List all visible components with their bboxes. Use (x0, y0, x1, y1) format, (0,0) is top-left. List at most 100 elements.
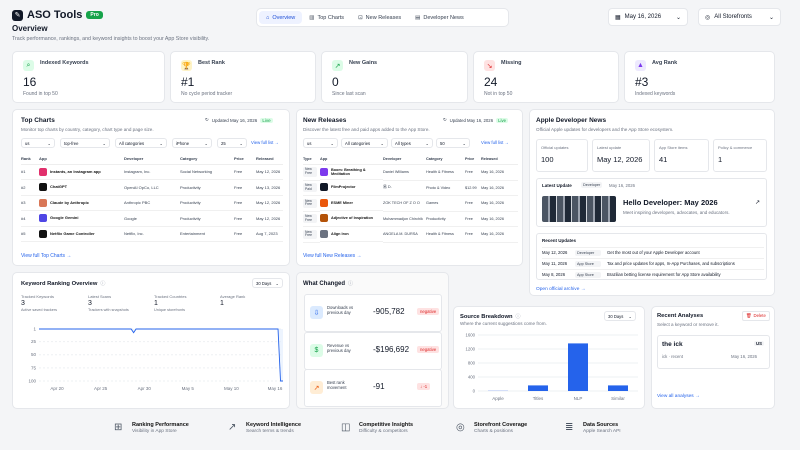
app-icon (39, 167, 47, 176)
latest-update-box[interactable]: Latest Update Developer May 16, 2026 Hel… (536, 178, 767, 227)
table-row[interactable]: New Free Boom: Breathing & Meditation Da… (303, 164, 518, 181)
footer-item[interactable]: ≣ Data Sources Apple Search API (565, 422, 621, 434)
list-item[interactable]: May 12, 2026 Developer Get the most out of… (542, 247, 764, 257)
kr-stat: Average Rank 1 (220, 294, 246, 307)
footer-item[interactable]: ⊞ Ranking Performance Visibility in App St… (114, 422, 189, 434)
device-select[interactable]: iPhone ⌄ (172, 138, 212, 148)
list-item[interactable]: May 11, 2026 App Store Tax and price updat… (542, 258, 764, 268)
storefront-select[interactable]: ◎ All Storefronts ⌄ (698, 8, 781, 26)
change-row[interactable]: $ Revenue vs previous day -$196,692 nega… (304, 332, 442, 370)
nav-new-releases[interactable]: ⊡ New Releases (351, 11, 408, 24)
info-icon[interactable]: ⓘ (100, 280, 105, 287)
footer-item[interactable]: ◎ Storefront Coverage Charts & positions (456, 422, 527, 434)
nav-developer-news[interactable]: ▤ Developer News (408, 11, 471, 24)
sb-range-select[interactable]: 30 Days ⌄ (604, 311, 636, 321)
type-badge: New Free (303, 229, 317, 239)
stat-sub: Since last scan (332, 91, 366, 97)
dollar-icon: $ (310, 344, 323, 357)
category-select[interactable]: All categories ⌄ (115, 138, 167, 148)
nav-top-charts[interactable]: ▥ Top Charts (302, 11, 351, 24)
top-charts-footer-link[interactable]: View full Top Charts → (21, 253, 71, 259)
view-all-analyses[interactable]: View all analyses → (657, 394, 700, 399)
chevron-down-icon: ⌄ (159, 140, 163, 146)
table-row[interactable]: #4 Google Gemini Google Productivity Free… (21, 210, 283, 227)
database-icon: ≣ (565, 422, 574, 433)
chevron-down-icon: ⌄ (380, 140, 384, 146)
chart-type-select[interactable]: top-free ⌄ (60, 138, 110, 148)
open-archive-link[interactable]: Open official archive → (536, 287, 586, 292)
sb-title-row: Source Breakdown ⓘ (460, 313, 521, 321)
kr-stat: Latest Scans 3 Trackers with snapshots (88, 294, 129, 312)
nav-overview[interactable]: ⌂ Overview (259, 11, 303, 24)
new-releases-view-full[interactable]: View full list → (481, 140, 509, 145)
dev-stat-label: App Store items (659, 145, 688, 150)
nr-type-select[interactable]: All types ⌄ (391, 138, 433, 148)
footer-item[interactable]: ◫ Competitive Insights Difficulty & compet… (341, 422, 413, 434)
table-row[interactable]: New Paid FilmProjector 易 D. Photo & Video… (303, 180, 518, 196)
app-logo[interactable]: ✎ ASO Tools Pro (12, 9, 103, 21)
table-row[interactable]: New Free Align Iron ANGELA M. DURSA Healt… (303, 226, 518, 243)
dev-stat: Latest update May 12, 2026 (592, 139, 650, 172)
nr-category-select[interactable]: All categories ⌄ (341, 138, 388, 148)
change-row[interactable]: ⇩ Downloads vs previous day -905,782 neg… (304, 294, 442, 332)
refresh-icon[interactable]: ↻ (205, 117, 209, 123)
bar[interactable] (528, 385, 548, 391)
app-name: Boom: Breathing & Meditation (331, 167, 366, 176)
analysis-item[interactable]: the ick US ick · recent May 16, 2026 (657, 335, 770, 369)
dev-news-card: Apple Developer News Official Apple upda… (529, 109, 775, 296)
kr-title: Keyword Ranking Overview (21, 280, 98, 287)
date-picker[interactable]: ▦ May 16, 2026 ⌄ (608, 8, 688, 26)
stat-label: Missing (501, 60, 522, 66)
recent-updates-box: Recent Updates May 12, 2026 Developer Get … (536, 233, 767, 280)
new-releases-card: New Releases Discover the latest free an… (296, 109, 523, 266)
table-row[interactable]: New Free Adjective of Inspiration Muhamm… (303, 211, 518, 227)
y-tick-label: 25 (31, 339, 37, 344)
stat-label: Best Rank (198, 60, 225, 66)
chevron-down-icon: ⌄ (628, 313, 632, 319)
kr-range-select[interactable]: 30 Days ⌄ (252, 278, 283, 288)
nr-page-size-select[interactable]: 50 ⌄ (436, 138, 470, 148)
wc-title: What Changed (303, 280, 345, 287)
globe-icon: ◎ (705, 14, 711, 21)
country-select[interactable]: us ⌄ (21, 138, 55, 148)
delete-button[interactable]: 🗑 Delete (742, 311, 770, 321)
table-row[interactable]: #2 ChatGPT OpenAI OpCo, LLC Productivity … (21, 179, 283, 196)
stat-card: ↘ Missing 24 Not in top 50 (473, 51, 619, 103)
insights-icon: ◫ (341, 422, 351, 433)
sb-title: Source Breakdown (460, 313, 513, 320)
nr-country-select[interactable]: us ⌄ (303, 138, 338, 148)
stat-card: ⌕ Indexed Keywords 16 Found in top 50 (12, 51, 165, 103)
table-row[interactable]: #1 Instants, an Instagram app Instagram,… (21, 164, 283, 180)
stat-value: 24 (484, 75, 498, 89)
pro-badge: Pro (86, 11, 103, 19)
table-row[interactable]: #5 Netflix Game Controller Netflix, Inc.… (21, 226, 283, 242)
bar[interactable] (568, 343, 588, 391)
recent-updates-label: Recent Updates (542, 238, 577, 243)
table-row[interactable]: New Free ESME Miner ZOK TECH OF Z O O Gam… (303, 195, 518, 212)
table-row[interactable]: #3 Claude by Anthropic Anthropic PBC Prod… (21, 195, 283, 211)
stat-label: New Gains (349, 60, 378, 66)
new-releases-footer-link[interactable]: View full New Releases → (303, 253, 362, 259)
top-charts-view-full[interactable]: View full list → (251, 140, 279, 145)
info-icon[interactable]: ⓘ (516, 313, 521, 320)
external-link-icon[interactable]: ↗ (755, 199, 760, 206)
keyword-ranking-card: Keyword Ranking Overview ⓘ 30 Days ⌄ Trac… (12, 272, 290, 409)
info-icon[interactable]: ⓘ (348, 280, 353, 287)
footer-item[interactable]: ↗ Keyword Intelligence Search terms & tren… (228, 422, 301, 434)
app-name: Adjective of Inspiration (331, 216, 373, 221)
table-header-row: Rank App Developer Category Price Released (21, 154, 283, 165)
bar[interactable] (608, 385, 628, 391)
app-name: FilmProjector (331, 185, 356, 190)
list-item[interactable]: May 8, 2026 App Store Brazilian betting li… (542, 269, 764, 279)
refresh-icon[interactable]: ↻ (443, 117, 447, 123)
new-releases-title: New Releases (303, 117, 347, 124)
recent-analyses-card: Recent Analyses Select a keyword or remo… (651, 306, 775, 409)
y-tick-label: 0 (473, 389, 476, 394)
change-row[interactable]: ↗ Best rank movement -91 ↓ -1 (304, 369, 442, 407)
y-tick-label: 1200 (465, 347, 475, 352)
calendar-icon: ▦ (615, 14, 621, 21)
top-charts-card: Top Charts Monitor top charts by country… (12, 109, 290, 266)
page-size-select[interactable]: 25 ⌄ (217, 138, 247, 148)
top-nav: ⌂ Overview ▥ Top Charts ⊡ New Releases ▤ Dev… (256, 8, 509, 27)
latest-date: May 16, 2026 (609, 183, 636, 188)
